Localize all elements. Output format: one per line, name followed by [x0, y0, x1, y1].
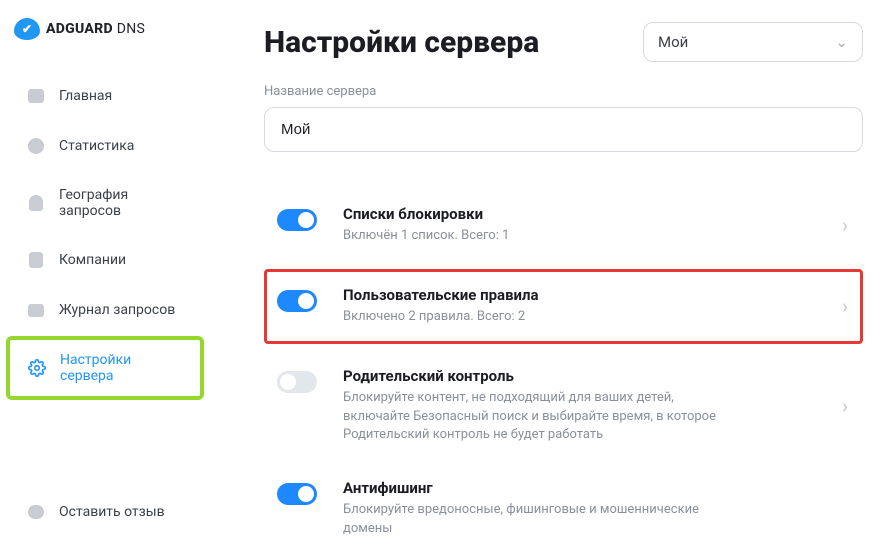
sidebar-item-query-log[interactable]: Журнал запросов: [6, 286, 204, 334]
setting-row-antiphishing[interactable]: Антифишинг Блокируйте вредоносные, фишин…: [264, 462, 863, 556]
sidebar-item-label: Компании: [59, 252, 126, 268]
toggle-antiphishing[interactable]: [277, 483, 317, 505]
chevron-down-icon: ⌄: [835, 33, 848, 51]
sidebar-item-label: Главная: [59, 88, 112, 104]
cloud-check-icon: [14, 18, 40, 40]
setting-title: Пользовательские правила: [343, 286, 808, 304]
sidebar-item-home[interactable]: Главная: [6, 72, 204, 120]
setting-row-parental-control[interactable]: Родительский контроль Блокируйте контент…: [264, 350, 863, 463]
building-icon: [27, 251, 45, 269]
brand-logo[interactable]: ADGUARD DNS: [0, 18, 210, 70]
toggle-parental-control: [277, 371, 317, 393]
setting-title: Антифишинг: [343, 479, 848, 497]
server-name-label: Название сервера: [264, 84, 863, 99]
setting-row-blocklists[interactable]: Списки блокировки Включён 1 список. Всег…: [264, 188, 863, 263]
sidebar-item-label: Оставить отзыв: [59, 504, 165, 520]
sidebar-item-geography[interactable]: География запросов: [6, 172, 204, 234]
page-title: Настройки сервера: [264, 25, 539, 60]
setting-subtitle: Блокируйте вредоносные, фишинговые и мош…: [343, 501, 743, 539]
sidebar: ADGUARD DNS Главная Статистика Геогр: [0, 0, 210, 558]
chevron-right-icon: ›: [834, 294, 848, 318]
sidebar-item-feedback[interactable]: Оставить отзыв: [6, 488, 204, 536]
setting-title: Родительский контроль: [343, 367, 808, 385]
setting-subtitle: Блокируйте контент, не подходящий для ва…: [343, 389, 743, 446]
brand-text: ADGUARD DNS: [46, 21, 145, 37]
chevron-right-icon: ›: [834, 394, 848, 418]
sidebar-item-label: Статистика: [59, 138, 134, 154]
sidebar-item-label: География запросов: [59, 187, 183, 219]
folder-icon: [27, 301, 45, 319]
setting-row-user-rules[interactable]: Пользовательские правила Включено 2 прав…: [264, 269, 863, 344]
sidebar-item-stats[interactable]: Статистика: [6, 122, 204, 170]
sidebar-item-companies[interactable]: Компании: [6, 236, 204, 284]
settings-list: Списки блокировки Включён 1 список. Всег…: [264, 188, 863, 556]
toggle-blocklists[interactable]: [277, 209, 317, 231]
sidebar-item-label: Журнал запросов: [59, 302, 175, 318]
server-name-input[interactable]: [264, 107, 863, 152]
gear-icon: [28, 359, 46, 377]
sidebar-item-server-settings[interactable]: Настройки сервера: [6, 336, 204, 400]
home-icon: [27, 87, 45, 105]
pie-chart-icon: [27, 137, 45, 155]
setting-title: Списки блокировки: [343, 205, 808, 223]
sidebar-nav: Главная Статистика География запросов Ко…: [0, 70, 210, 486]
toggle-user-rules[interactable]: [277, 290, 317, 312]
server-dropdown[interactable]: Мой ⌄: [643, 22, 863, 62]
main-content: Настройки сервера Мой ⌄ Название сервера…: [210, 0, 889, 558]
chat-bubble-icon: [27, 503, 45, 521]
chevron-right-icon: ›: [834, 213, 848, 237]
setting-subtitle: Включён 1 список. Всего: 1: [343, 227, 743, 246]
person-pin-icon: [27, 194, 45, 212]
sidebar-item-label: Настройки сервера: [60, 352, 182, 384]
server-dropdown-value: Мой: [658, 33, 688, 51]
setting-subtitle: Включено 2 правила. Всего: 2: [343, 308, 743, 327]
